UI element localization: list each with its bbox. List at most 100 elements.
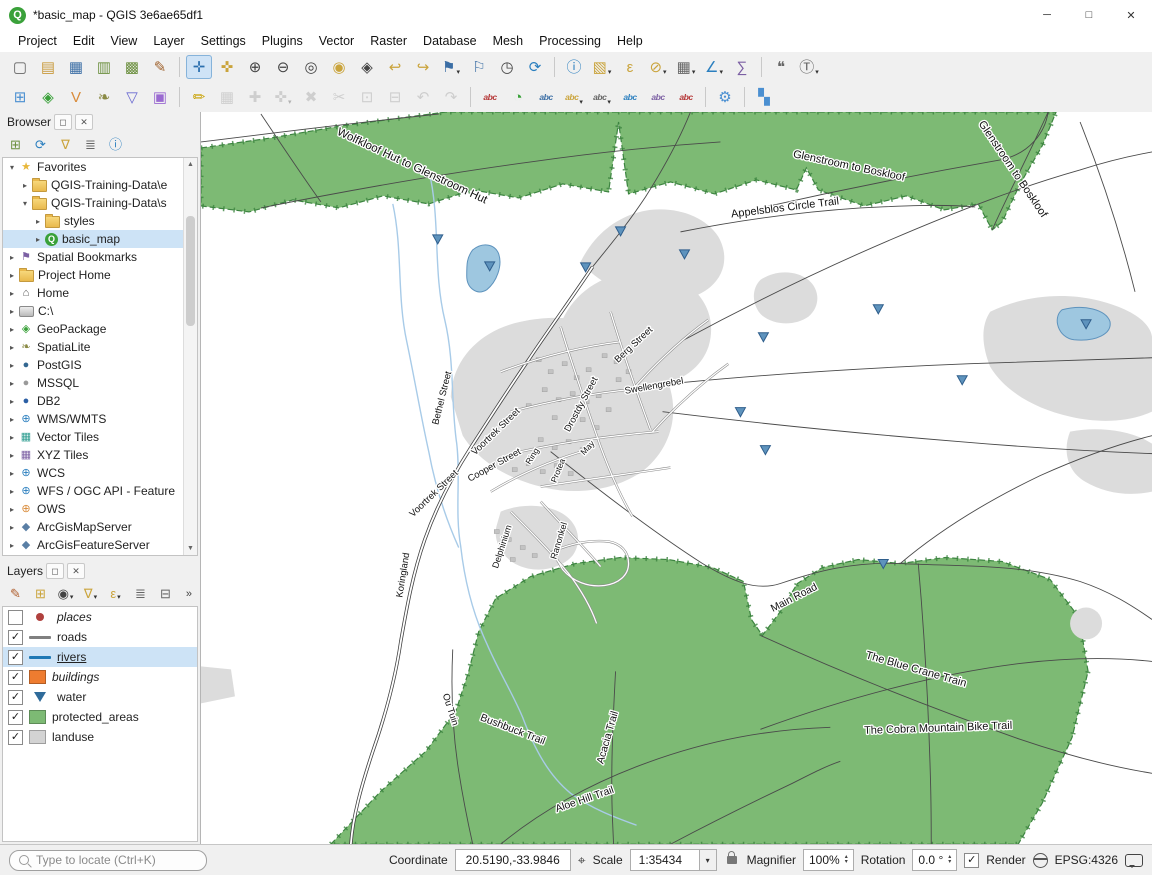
change-label-button[interactable]: abc [673,85,699,109]
layer-row-landuse[interactable]: ✓landuse [3,727,197,747]
new-spatialite-layer-button[interactable]: ❧ [91,85,117,109]
toggle-editing-button[interactable]: ✏ [186,85,212,109]
magnifier-spinbox[interactable]: 100% ▴▾ [803,849,854,871]
measure-button[interactable]: ∠▾ [701,55,727,79]
browser-item-styles[interactable]: ▸styles [3,212,184,230]
zoom-to-layer-button[interactable]: ◈ [354,55,380,79]
expander-icon[interactable]: ▸ [6,271,18,280]
open-layer-styling-panel-button[interactable]: ✎ [4,583,27,604]
expander-icon[interactable]: ▸ [6,361,18,370]
zoom-out-button[interactable]: ⊖ [270,55,296,79]
identify-features-button[interactable]: ⓘ [561,55,587,79]
lock-icon[interactable] [727,856,737,864]
menu-settings[interactable]: Settings [193,32,254,50]
browser-item-ows[interactable]: ▸⊕OWS [3,500,184,518]
rotation-spin-arrows[interactable]: ▴▾ [948,855,951,865]
magnifier-spin-arrows[interactable]: ▴▾ [845,855,848,865]
messages-icon[interactable] [1125,854,1143,867]
collapse-all-button[interactable]: ≣ [79,134,102,155]
processing-toolbox-button[interactable]: ⚙ [712,85,738,109]
scale-combo[interactable]: 1:35434 ▾ [630,849,717,871]
move-label-button[interactable]: abc [617,85,643,109]
rotation-spinbox[interactable]: 0.0 ° ▴▾ [912,849,957,871]
layer-row-roads[interactable]: ✓roads [3,627,197,647]
layer-checkbox-buildings[interactable]: ✓ [8,670,23,685]
browser-item-xyz-tiles[interactable]: ▸▦XYZ Tiles [3,446,184,464]
browser-item-wcs[interactable]: ▸⊕WCS [3,464,184,482]
browser-item-wms-wmts[interactable]: ▸⊕WMS/WMTS [3,410,184,428]
expander-icon[interactable]: ▸ [6,433,18,442]
layer-row-buildings[interactable]: ✓buildings [3,667,197,687]
vertex-tool-dropdown-icon[interactable]: ▾ [288,98,292,109]
expander-icon[interactable]: ▸ [32,235,44,244]
locate-bar[interactable]: Type to locate (Ctrl+K) [9,850,207,871]
open-data-source-manager-button[interactable]: ⊞ [7,85,33,109]
layer-diagram-button[interactable]: ◔ [505,85,531,109]
expander-icon[interactable]: ▾ [19,199,31,208]
expander-icon[interactable]: ▸ [6,343,18,352]
browser-item-mssql[interactable]: ▸●MSSQL [3,374,184,392]
zoom-in-button[interactable]: ⊕ [242,55,268,79]
expander-icon[interactable]: ▸ [6,379,18,388]
layers-undock-button[interactable]: ◻ [46,563,64,579]
expander-icon[interactable]: ▸ [6,487,18,496]
remove-layer-button[interactable]: ⊟ [154,583,177,604]
layers-toolbar-overflow-button[interactable]: » [181,588,197,600]
layer-row-protected-areas[interactable]: ✓protected_areas [3,707,197,727]
scale-dropdown-icon[interactable]: ▾ [699,850,716,870]
menu-mesh[interactable]: Mesh [485,32,532,50]
statistical-summary-button[interactable]: ∑ [729,55,755,79]
select-features-button[interactable]: ▧▾ [589,55,615,79]
coordinate-input[interactable]: 20.5190,-33.9846 [455,849,571,871]
style-manager-button[interactable]: ✎ [147,55,173,79]
expander-icon[interactable]: ▸ [6,397,18,406]
pin-unpin-labels-dropdown-icon[interactable]: ▾ [579,98,583,109]
new-print-layout-button[interactable]: ▥ [91,55,117,79]
expander-icon[interactable]: ▸ [6,253,18,262]
scroll-down-icon[interactable]: ▼ [184,542,197,555]
scroll-up-icon[interactable]: ▲ [184,158,197,171]
expander-icon[interactable]: ▸ [32,217,44,226]
crs-icon[interactable] [1033,853,1048,868]
layer-checkbox-landuse[interactable]: ✓ [8,730,23,745]
expander-icon[interactable]: ▸ [19,181,31,190]
zoom-to-selection-button[interactable]: ◉ [326,55,352,79]
open-attribute-table-button[interactable]: ▦▾ [673,55,699,79]
new-spatial-bookmark-dropdown-icon[interactable]: ▾ [456,68,460,79]
select-features-dropdown-icon[interactable]: ▾ [608,68,612,79]
extents-toggle-icon[interactable]: ⌖ [578,852,586,869]
manage-map-themes-dropdown-icon[interactable]: ▾ [70,593,74,604]
new-project-button[interactable]: ▢ [7,55,33,79]
new-spatial-bookmark-button[interactable]: ⚑▾ [438,55,464,79]
deselect-features-dropdown-icon[interactable]: ▾ [663,68,667,79]
scroll-thumb[interactable] [186,216,195,326]
expander-icon[interactable]: ▸ [6,505,18,514]
map-canvas[interactable]: Wolfkloof Hut to Glenstroom HutGlenstroo… [200,112,1152,844]
browser-item-postgis[interactable]: ▸●PostGIS [3,356,184,374]
show-hide-labels-button[interactable]: abc▾ [589,85,615,109]
browser-close-button[interactable]: ✕ [75,114,93,130]
expander-icon[interactable]: ▸ [6,325,18,334]
menu-layer[interactable]: Layer [145,32,192,50]
menu-edit[interactable]: Edit [65,32,103,50]
menu-database[interactable]: Database [415,32,485,50]
filter-by-expression-button[interactable]: ε▾ [104,583,127,604]
show-layout-manager-button[interactable]: ▩ [119,55,145,79]
browser-item-arcgismapserver[interactable]: ▸◆ArcGisMapServer [3,518,184,536]
browser-scrollbar[interactable]: ▲ ▼ [183,158,197,555]
browser-item-spatial-bookmarks[interactable]: ▸⚑Spatial Bookmarks [3,248,184,266]
minimize-button[interactable]: ─ [1026,0,1068,30]
open-project-button[interactable]: ▤ [35,55,61,79]
zoom-last-button[interactable]: ↩ [382,55,408,79]
deselect-features-button[interactable]: ⊘▾ [645,55,671,79]
expander-icon[interactable]: ▸ [6,289,18,298]
browser-item-qgis-training-data-e[interactable]: ▸QGIS-Training-Data\e [3,176,184,194]
expander-icon[interactable]: ▸ [6,307,18,316]
map-tips-button[interactable]: ❝ [768,55,794,79]
layer-checkbox-roads[interactable]: ✓ [8,630,23,645]
new-text-annotation-button[interactable]: Ⓣ▾ [796,55,822,79]
browser-item-spatialite[interactable]: ▸❧SpatiaLite [3,338,184,356]
filter-by-expression-dropdown-icon[interactable]: ▾ [117,593,121,604]
filter-browser-button[interactable]: ∇ [54,134,77,155]
menu-raster[interactable]: Raster [362,32,415,50]
